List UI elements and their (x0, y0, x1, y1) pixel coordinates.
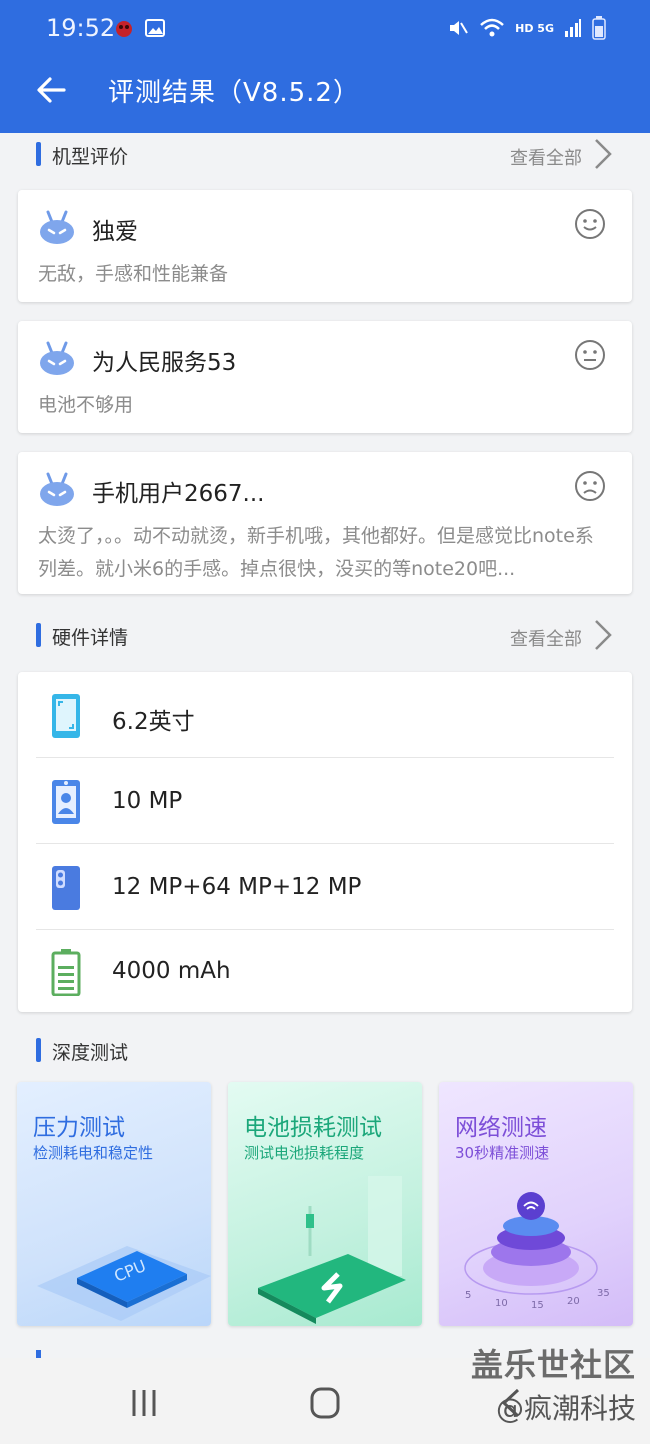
tile-title: 电池损耗测试 (244, 1115, 382, 1141)
wifi-icon (480, 18, 504, 37)
speed-scale-label: 35 (597, 1288, 610, 1299)
home-icon[interactable] (305, 1386, 345, 1420)
user-avatar-icon (40, 210, 74, 244)
recent-apps-icon[interactable] (124, 1386, 164, 1420)
reviews-section-title: 机型评价 (52, 146, 129, 168)
gallery-notification-icon (145, 19, 165, 37)
hardware-row-front-camera[interactable]: 10 MP (36, 760, 614, 844)
deep-test-section-title: 深度测试 (52, 1042, 129, 1064)
sad-face-icon (575, 471, 605, 501)
tile-title: 网络测速 (455, 1115, 547, 1141)
reviews-section-header: 机型评价 查看全部 (36, 139, 616, 170)
hardware-card: 6.2英寸 10 MP 12 MP+64 MP+12 MP 4000 mAh (18, 672, 632, 1012)
reviews-view-all-link[interactable]: 查看全部 (510, 144, 582, 170)
review-card[interactable]: 手机用户2667... 太烫了，。。动不动就烫，新手机哦，其他都好。但是感觉比n… (18, 452, 632, 594)
hardware-value: 12 MP+64 MP+12 MP (112, 874, 362, 900)
watermark-community: 盖乐世社区 (470, 1346, 636, 1384)
speed-scale-label: 20 (567, 1296, 580, 1307)
watermark-author: @疯潮科技 (495, 1392, 636, 1425)
battery-status-icon (592, 16, 606, 40)
back-arrow-icon[interactable] (34, 72, 70, 108)
review-text: 电池不够用 (38, 394, 134, 416)
hardware-value: 6.2英寸 (112, 709, 195, 735)
cpu-chip-icon: CPU (37, 1246, 211, 1321)
network-label: HD 5G (515, 21, 554, 35)
stress-test-tile[interactable]: 压力测试 检测耗电和稳定性 CPU (17, 1082, 211, 1326)
neutral-face-icon (575, 340, 605, 370)
hardware-row-rear-camera[interactable]: 12 MP+64 MP+12 MP (36, 846, 614, 930)
battery-wear-test-tile[interactable]: 电池损耗测试 测试电池损耗程度 (228, 1082, 422, 1326)
app-header: 19:52 HD 5G 评测结果（V8.5.2） (0, 0, 650, 133)
page-title: 评测结果（V8.5.2） (108, 78, 360, 108)
review-card[interactable]: 独爱 无敌，手感和性能兼备 (18, 190, 632, 302)
status-bar: 19:52 HD 5G (0, 0, 650, 58)
user-avatar-icon (40, 341, 74, 375)
section-accent-bar (36, 1038, 41, 1062)
hardware-row-screen[interactable]: 6.2英寸 (36, 674, 614, 758)
review-username: 手机用户2667... (92, 481, 265, 507)
screen-icon (52, 694, 80, 738)
battery-icon (51, 949, 81, 996)
user-avatar-icon (40, 472, 74, 506)
section-accent-bar (36, 623, 41, 647)
network-speed-test-tile[interactable]: 网络测速 30秒精准测速 5 10 15 20 35 (439, 1082, 633, 1326)
happy-face-icon (575, 209, 605, 239)
speed-scale-label: 5 (465, 1290, 472, 1301)
rear-camera-icon (52, 866, 80, 910)
review-username: 为人民服务53 (92, 350, 237, 376)
hardware-section-title: 硬件详情 (52, 627, 129, 649)
hardware-value: 4000 mAh (112, 958, 231, 984)
status-time: 19:52 (46, 14, 116, 42)
review-text: 太烫了，。。动不动就烫，新手机哦，其他都好。但是感觉比note系列差。就小米6的… (38, 525, 594, 580)
hardware-view-all-link[interactable]: 查看全部 (510, 625, 582, 651)
app-notification-icon (116, 21, 132, 37)
deep-test-section-header: 深度测试 (36, 1036, 616, 1066)
review-card[interactable]: 为人民服务53 电池不够用 (18, 321, 632, 433)
speed-scale-label: 15 (531, 1300, 544, 1311)
battery-charging-icon (258, 1176, 406, 1324)
signal-icon (565, 19, 581, 37)
hardware-section-header: 硬件详情 查看全部 (36, 620, 616, 651)
mute-icon (450, 21, 468, 35)
status-icons: HD 5G (447, 16, 606, 40)
speed-scale-label: 10 (495, 1298, 508, 1309)
hardware-row-battery[interactable]: 4000 mAh (36, 930, 614, 1014)
section-accent-bar (36, 142, 41, 166)
tile-title: 压力测试 (33, 1115, 125, 1141)
review-username: 独爱 (92, 219, 138, 245)
hardware-value: 10 MP (112, 788, 183, 814)
chevron-right-icon[interactable] (590, 136, 616, 172)
chevron-right-icon[interactable] (590, 617, 616, 653)
front-camera-icon (52, 780, 80, 824)
review-text: 无敌，手感和性能兼备 (38, 263, 229, 285)
